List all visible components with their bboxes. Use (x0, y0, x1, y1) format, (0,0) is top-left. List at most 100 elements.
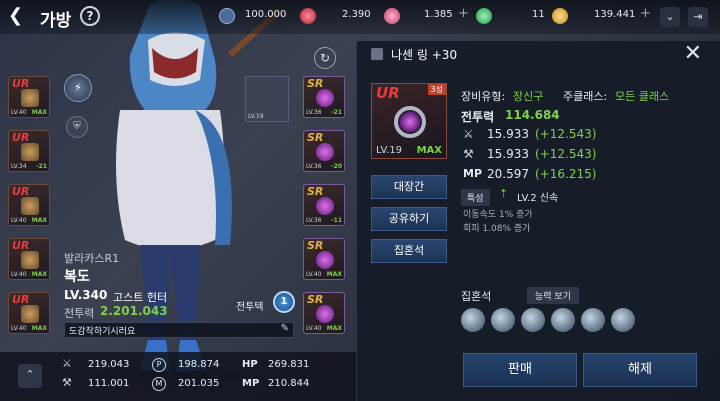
soulstone-slot-3[interactable] (521, 308, 545, 332)
grade-label: SR (307, 293, 324, 306)
item-stat-magic: 15.933 (487, 147, 529, 161)
lightning-skill-icon[interactable]: ⚡ (64, 74, 92, 102)
soulstone-slot-1[interactable] (461, 308, 485, 332)
equip-slot-gloves[interactable]: UR LV.40 MAX (8, 238, 50, 280)
accessory-slot-earring-1[interactable]: SR LV.36 -20 (303, 130, 345, 172)
soulstone-slot-5[interactable] (581, 308, 605, 332)
soulstone-button[interactable]: 집혼석 (371, 239, 447, 263)
equip-slot-helmet[interactable]: UR LV.34 -21 (8, 130, 50, 172)
view-ability-button[interactable]: 능력 보기 (527, 287, 579, 304)
item-power: 114.684 (505, 108, 560, 122)
item-stat-attack-bonus: (+12.543) (535, 127, 597, 141)
slot-max: -21 (331, 109, 342, 116)
trait-icon: ⇡ (499, 187, 509, 200)
item-stars-badge: 3성 (427, 84, 446, 95)
stat-mp: 210.844 (268, 378, 310, 389)
server-name: 발라카스R1 (64, 252, 120, 265)
character-level: LV.340 (64, 288, 108, 302)
item-power-label: 전투력 (461, 110, 495, 124)
character-power: 2.201.043 (100, 304, 168, 318)
slot-level: LV.40 (11, 217, 27, 224)
trait-line-1: 이동속도 1% 증가 (463, 210, 533, 220)
slot-max: -21 (36, 163, 47, 170)
add-gold-button[interactable]: + (640, 6, 651, 21)
close-icon[interactable]: ✕ (684, 41, 702, 66)
slot-max: MAX (31, 325, 47, 332)
accessory-slot-necklace[interactable]: SR LV.36 -21 (303, 76, 345, 118)
ring-icon (316, 251, 334, 269)
currency-red-gem: 2.390 (342, 9, 371, 20)
soulstone-slot-2[interactable] (491, 308, 515, 332)
soulstone-slot-4[interactable] (551, 308, 575, 332)
sell-button[interactable]: 판매 (463, 353, 577, 387)
slot-max: MAX (31, 217, 47, 224)
add-pink-gem-button[interactable]: + (458, 6, 469, 21)
accessory-slot-ring-2[interactable]: SR LV.40 MAX (303, 292, 345, 334)
accessory-slot-earring-2[interactable]: SR LV.36 -11 (303, 184, 345, 226)
shield-icon[interactable]: ⛨ (66, 116, 88, 138)
share-button[interactable]: 공유하기 (371, 207, 447, 231)
character-name: 복도 (64, 269, 90, 285)
gold-coin-icon (552, 8, 568, 24)
armor-icon (21, 197, 39, 215)
grade-label: SR (307, 239, 324, 252)
mp-label: MP (242, 378, 260, 389)
exit-icon[interactable]: ⇥ (688, 7, 708, 27)
help-button[interactable]: ? (80, 6, 100, 26)
unequip-button[interactable]: 해제 (583, 353, 697, 387)
star-rank-badge[interactable]: 1 (273, 291, 295, 313)
swap-icon[interactable]: ↻ (314, 47, 336, 69)
slot-level: LV.36 (306, 163, 322, 170)
slot-max: MAX (31, 271, 47, 278)
item-class-label: 주클래스: (563, 90, 608, 103)
stat-magic-def: 201.035 (178, 378, 220, 389)
item-icon-frame: UR 3성 LV.19 MAX (371, 83, 447, 159)
slot-level: LV.40 (306, 271, 322, 278)
earring-icon (316, 143, 334, 161)
forge-button[interactable]: 대장간 (371, 175, 447, 199)
equip-slot-weapon[interactable]: UR LV.40 MAX (8, 76, 50, 118)
top-bar: ❮ 가방 ? 100.000 2.390 1.385 + 11 139.441 … (0, 0, 720, 34)
helmet-icon (21, 143, 39, 161)
slot-level: LV.19 (248, 113, 264, 120)
equip-slot-ring-selected[interactable]: LV.19 (245, 76, 289, 122)
power-label: 전투력 (64, 307, 95, 320)
item-stat-mp: 20.597 (487, 167, 529, 181)
item-class-value: 모든 클래스 (615, 90, 670, 103)
back-arrow-icon[interactable]: ❮ (8, 7, 23, 25)
title-label: 전투텍 (236, 302, 264, 313)
soulstone-slot-6[interactable] (611, 308, 635, 332)
item-detail-panel: 나센 링 +30 ✕ UR 3성 LV.19 MAX 장비유형: 장신구 주클래… (356, 41, 720, 401)
slot-max: MAX (326, 325, 342, 332)
title-bar[interactable]: 도감작하기시러요 ✎ (64, 322, 294, 338)
weapon-icon (21, 89, 39, 107)
page-title: 가방 (40, 11, 72, 31)
boots-icon (21, 305, 39, 323)
slot-max: -20 (331, 163, 342, 170)
necklace-icon (316, 89, 334, 107)
trait-value: LV.2 신속 (517, 193, 559, 204)
currency-green-gem: 11 (532, 9, 545, 20)
currency-energy: 100.000 (245, 9, 287, 20)
red-gem-icon (300, 8, 316, 24)
slot-max: MAX (326, 271, 342, 278)
trait-line-2: 회피 1.08% 증가 (463, 224, 531, 234)
earring-icon (316, 197, 334, 215)
green-gem-icon (476, 8, 492, 24)
item-type-value: 장신구 (513, 90, 544, 103)
stat-physical-def: 198.874 (178, 359, 220, 370)
item-name: 나센 링 +30 (391, 48, 458, 62)
equip-slot-armor[interactable]: UR LV.40 MAX (8, 184, 50, 226)
item-stat-magic-bonus: (+12.543) (535, 147, 597, 161)
equip-slot-boots[interactable]: UR LV.40 MAX (8, 292, 50, 334)
edit-pencil-icon[interactable]: ✎ (281, 323, 289, 334)
stats-bar: ⌃ ⚔ 219.043 ⚒ 111.001 P 198.874 M 201.03… (0, 352, 356, 401)
item-stat-attack: 15.933 (487, 127, 529, 141)
expand-up-icon[interactable]: ⌃ (18, 364, 42, 388)
accessory-slot-ring-1[interactable]: SR LV.40 MAX (303, 238, 345, 280)
collapse-chevron-icon[interactable]: ⌄ (660, 7, 680, 27)
slot-level: LV.40 (11, 325, 27, 332)
slot-level: LV.40 (306, 325, 322, 332)
pink-gem-icon (384, 8, 400, 24)
slot-max: MAX (31, 109, 47, 116)
